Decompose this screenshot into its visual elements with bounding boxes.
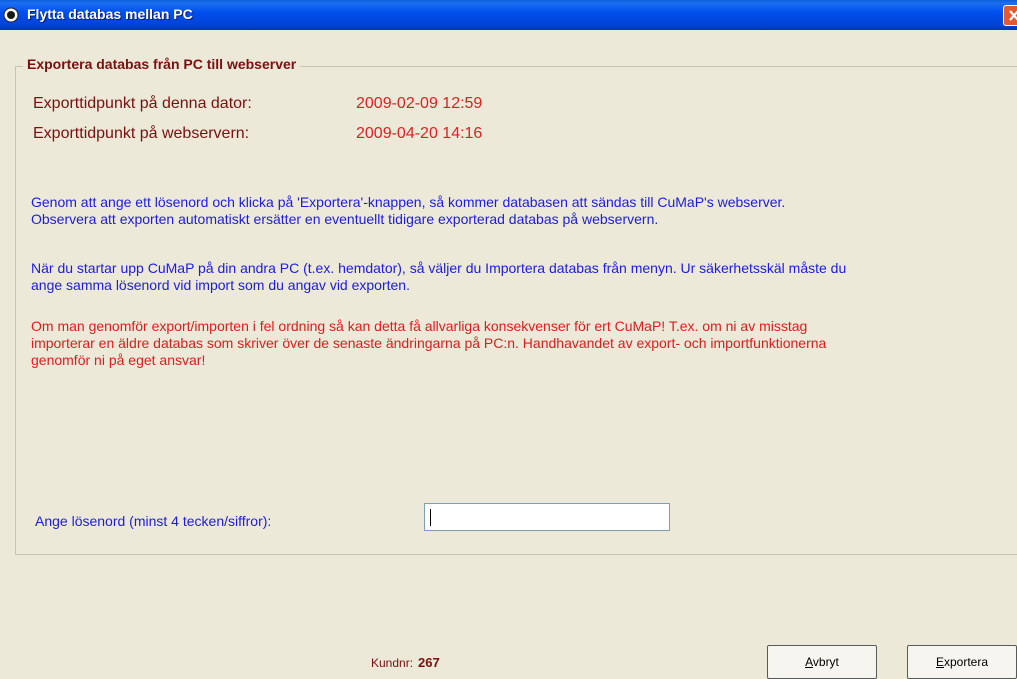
export-label: xportera <box>943 655 989 669</box>
cancel-accelerator: A <box>805 655 813 669</box>
export-button[interactable]: Exportera <box>907 645 1017 679</box>
app-icon <box>3 7 19 23</box>
warning-paragraph: Om man genomför export/importen i fel or… <box>31 318 991 369</box>
info-line: Genom att ange ett lösenord och klicka p… <box>31 194 786 210</box>
customer-number-value: 267 <box>418 655 440 670</box>
warning-line: importerar en äldre databas som skriver … <box>31 335 827 351</box>
info-paragraph-1: Genom att ange ett lösenord och klicka p… <box>31 194 991 228</box>
warning-line: genomför ni på eget ansvar! <box>31 352 206 368</box>
server-export-label: Exporttidpunkt på webservern: <box>33 125 250 142</box>
info-line: När du startar upp CuMaP på din andra PC… <box>31 260 847 276</box>
cancel-label: vbryt <box>812 655 839 669</box>
info-line: ange samma lösenord vid import som du an… <box>31 277 410 293</box>
title-bar[interactable]: Flytta databas mellan PC <box>0 0 1017 30</box>
dialog-body: Exportera databas från PC till webserver… <box>0 30 1017 679</box>
close-button[interactable] <box>1003 5 1017 26</box>
group-title: Exportera databas från PC till webserver <box>23 56 301 72</box>
cancel-button[interactable]: Avbryt <box>767 645 877 679</box>
close-icon <box>1009 10 1017 21</box>
server-export-value: 2009-04-20 14:16 <box>356 125 483 142</box>
customer-number-label: Kundnr: <box>371 656 414 670</box>
info-paragraph-2: När du startar upp CuMaP på din andra PC… <box>31 260 991 294</box>
password-input[interactable] <box>424 503 670 531</box>
warning-line: Om man genomför export/importen i fel or… <box>31 318 808 334</box>
customer-number: Kundnr: 267 <box>371 655 440 670</box>
window-title: Flytta databas mellan PC <box>27 6 193 22</box>
info-line: Observera att exporten automatiskt ersät… <box>31 211 659 227</box>
local-export-value: 2009-02-09 12:59 <box>356 95 483 112</box>
text-caret <box>430 509 431 526</box>
local-export-label: Exporttidpunkt på denna dator: <box>33 95 252 112</box>
password-label: Ange lösenord (minst 4 tecken/siffror): <box>35 513 272 529</box>
export-accelerator: E <box>935 655 944 669</box>
